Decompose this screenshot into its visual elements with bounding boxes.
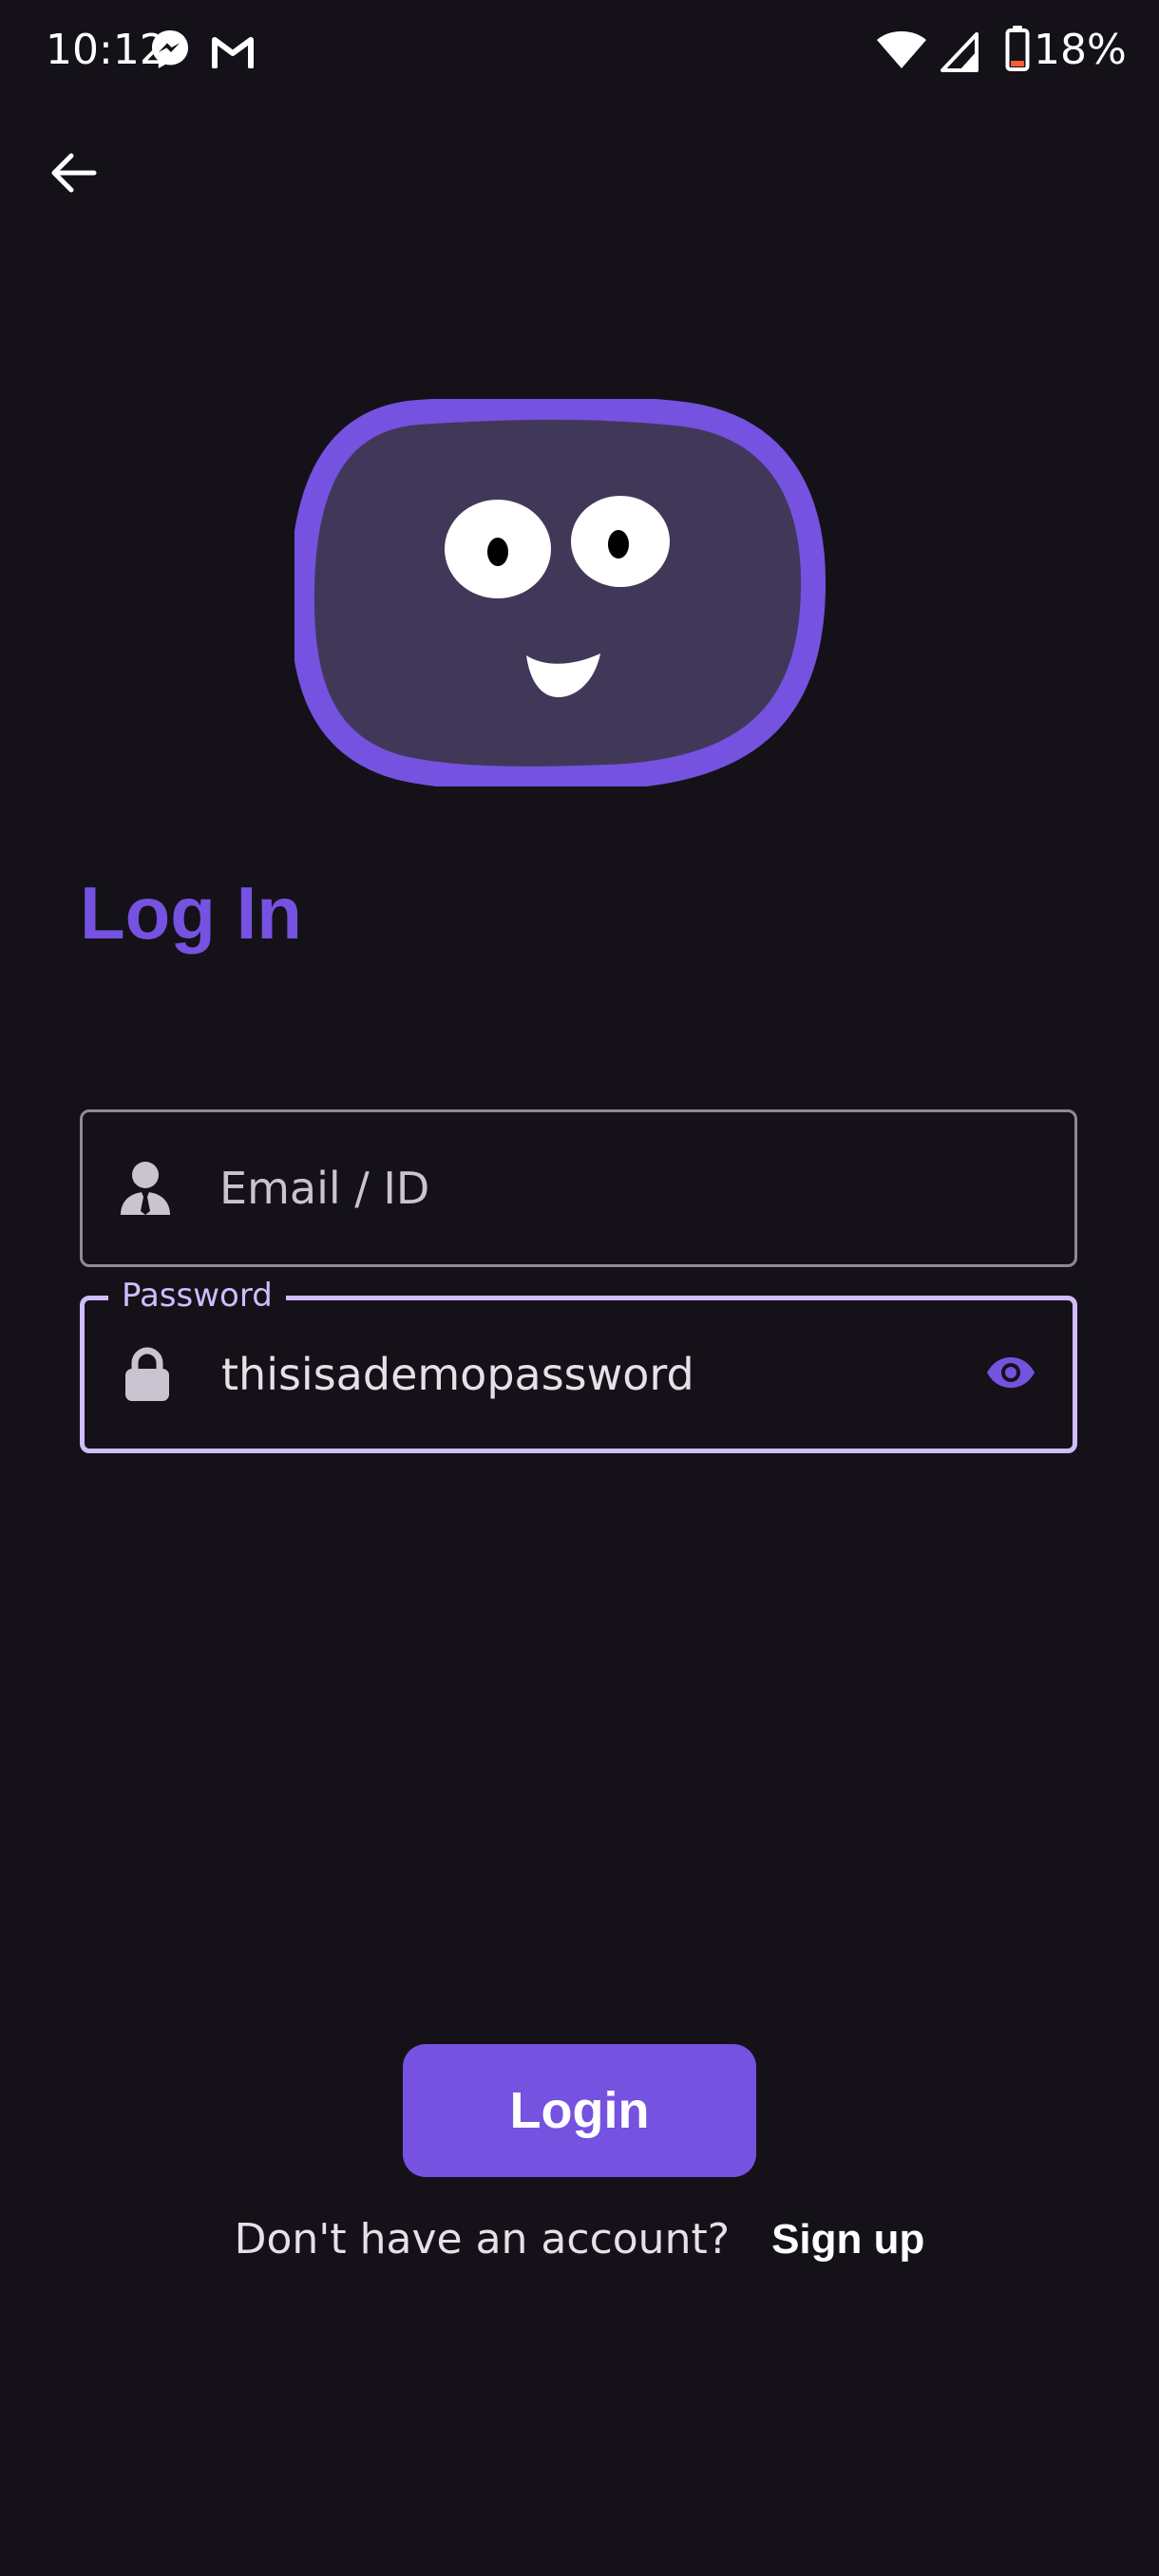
page-title: Log In: [80, 871, 302, 955]
login-button[interactable]: Login: [403, 2044, 756, 2177]
status-time: 10:12: [46, 26, 166, 74]
password-input[interactable]: [221, 1341, 981, 1408]
mascot-logo: [289, 394, 826, 791]
back-button[interactable]: [36, 137, 112, 213]
status-bar: 10:12 18%: [0, 0, 1159, 101]
signup-row: Don't have an account? Sign up: [0, 2211, 1159, 2268]
gmail-icon: [211, 34, 255, 73]
person-icon: [119, 1160, 172, 1217]
wifi-icon: [876, 30, 927, 75]
signup-prompt: Don't have an account?: [234, 2215, 731, 2263]
messenger-icon: [150, 28, 190, 75]
signup-link[interactable]: Sign up: [771, 2216, 924, 2263]
arrow-left-icon: [50, 152, 98, 199]
lock-icon: [121, 1346, 174, 1403]
cellular-signal-icon: [939, 30, 980, 79]
password-label: Password: [108, 1277, 286, 1315]
email-input[interactable]: [219, 1155, 979, 1222]
password-field[interactable]: [80, 1296, 1077, 1453]
password-visibility-toggle[interactable]: [978, 1341, 1044, 1408]
battery-percent: 18%: [1034, 26, 1127, 74]
email-field[interactable]: [80, 1109, 1077, 1267]
battery-icon: [1005, 25, 1030, 77]
eye-icon: [985, 1355, 1036, 1394]
